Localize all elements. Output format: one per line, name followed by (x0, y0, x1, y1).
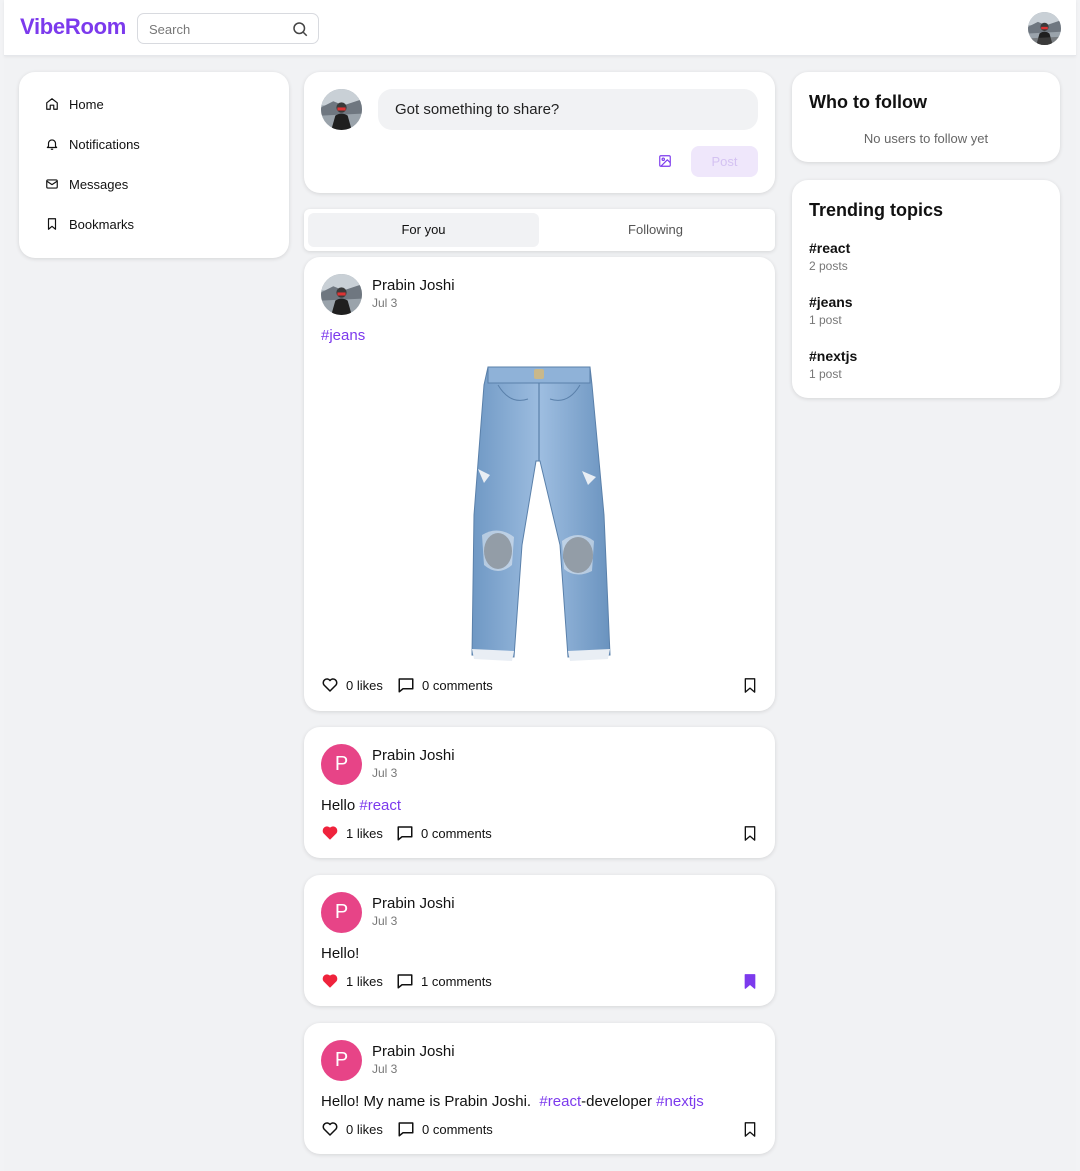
trending-topic[interactable]: #jeans (809, 294, 853, 310)
hashtag-link[interactable]: #react (359, 797, 401, 814)
bookmark-filled-icon[interactable] (742, 973, 758, 990)
app-frame: VibeRoom Search Home Notifications Messa… (4, 0, 1076, 1171)
post-actions: 1 likes 0 comments (321, 824, 758, 844)
bookmark-icon (47, 218, 57, 230)
sidebar-item-label: Notifications (69, 136, 140, 152)
topic-post-count: 2 posts (809, 259, 848, 273)
like-button[interactable]: 1 likes (321, 824, 383, 842)
sidebar-item-label: Bookmarks (69, 216, 135, 232)
sidebar-item-notifications[interactable]: Notifications (45, 133, 140, 155)
feed-tabs: For you Following (304, 209, 775, 251)
who-to-follow-title: Who to follow (809, 92, 927, 112)
heart-icon (322, 1122, 338, 1136)
post-actions: 1 likes 1 comments (321, 972, 758, 992)
post-card: P Prabin Joshi Jul 3 Hello! My name is P… (304, 1023, 775, 1154)
comment-button[interactable]: 0 comments (396, 824, 492, 842)
sidebar-item-bookmarks[interactable]: Bookmarks (45, 213, 134, 235)
post-date: Jul 3 (372, 1062, 398, 1076)
trending-topic[interactable]: #nextjs (809, 348, 857, 364)
search-icon[interactable] (291, 20, 309, 38)
sidebar-nav: Home Notifications Messages Bookmarks (19, 72, 289, 258)
sidebar-item-home[interactable]: Home (45, 93, 104, 115)
post-text: Hello! My name is Prabin Joshi. #react-d… (321, 1093, 704, 1110)
post-text-body: Hello (321, 797, 360, 814)
post-actions: 0 likes 0 comments (321, 676, 758, 696)
tab-for-you[interactable]: For you (308, 213, 539, 247)
like-button[interactable]: 0 likes (321, 1120, 383, 1138)
composer-avatar (321, 89, 362, 130)
post-card: P Prabin Joshi Jul 3 Hello! 1 likes 1 co… (304, 875, 775, 1006)
topic-post-count: 1 post (809, 367, 842, 381)
post-date: Jul 3 (372, 914, 398, 928)
comments-count: 1 comments (421, 973, 492, 989)
post-date: Jul 3 (372, 766, 398, 780)
post-text: Hello! (321, 945, 360, 962)
comments-count: 0 comments (422, 677, 493, 693)
search-input[interactable]: Search (137, 13, 319, 44)
comment-icon (397, 974, 413, 989)
like-button[interactable]: 1 likes (321, 972, 383, 990)
comment-button[interactable]: 0 comments (397, 1120, 493, 1138)
author-avatar[interactable] (321, 274, 362, 315)
bookmark-icon[interactable] (742, 1121, 758, 1138)
sidebar-item-label: Home (69, 96, 104, 112)
author-name[interactable]: Prabin Joshi (372, 277, 455, 294)
post-text: #jeans (321, 327, 365, 344)
tab-following[interactable]: Following (540, 213, 771, 247)
author-name[interactable]: Prabin Joshi (372, 747, 455, 764)
hashtag-link[interactable]: #jeans (321, 327, 365, 344)
post-actions: 0 likes 0 comments (321, 1120, 758, 1140)
author-name[interactable]: Prabin Joshi (372, 1043, 455, 1060)
composer-input[interactable]: Got something to share? (378, 89, 758, 130)
like-button[interactable]: 0 likes (321, 676, 383, 694)
likes-count: 1 likes (346, 825, 383, 841)
trending-title: Trending topics (809, 200, 944, 220)
search-placeholder: Search (149, 22, 191, 37)
trending-panel: Trending topics #react 2 posts #jeans 1 … (792, 180, 1060, 398)
comment-button[interactable]: 0 comments (397, 676, 493, 694)
comments-count: 0 comments (421, 825, 492, 841)
post-card: P Prabin Joshi Jul 3 Hello #react 1 like… (304, 727, 775, 858)
bookmark-icon[interactable] (742, 825, 758, 842)
heart-filled-icon (322, 974, 338, 988)
sidebar-item-label: Messages (69, 176, 129, 192)
likes-count: 0 likes (346, 1121, 383, 1137)
hashtag-link[interactable]: #nextjs (656, 1093, 704, 1110)
comment-button[interactable]: 1 comments (396, 972, 492, 990)
post-card: Prabin Joshi Jul 3 #jeans 0 likes 0 comm… (304, 257, 775, 711)
post-date: Jul 3 (372, 296, 398, 310)
author-name[interactable]: Prabin Joshi (372, 895, 455, 912)
post-text-body: -developer (581, 1093, 657, 1110)
author-avatar[interactable]: P (321, 892, 362, 933)
hashtag-link[interactable]: #react (539, 1093, 581, 1110)
empty-state-text: No users to follow yet (863, 131, 989, 146)
likes-count: 1 likes (346, 973, 383, 989)
trending-topic[interactable]: #react (809, 240, 850, 256)
topic-post-count: 1 post (809, 313, 842, 327)
author-avatar[interactable]: P (321, 744, 362, 785)
home-icon (46, 98, 58, 110)
likes-count: 0 likes (346, 677, 383, 693)
heart-icon (322, 678, 338, 692)
sidebar-item-messages[interactable]: Messages (45, 173, 128, 195)
comment-icon (397, 826, 413, 841)
post-text-body: Hello! My name is Prabin Joshi. (321, 1093, 540, 1110)
user-avatar[interactable] (1028, 12, 1061, 45)
post-composer: Got something to share? Post (304, 72, 775, 193)
post-image[interactable] (464, 365, 614, 661)
bell-icon (46, 139, 58, 150)
heart-filled-icon (322, 826, 338, 840)
who-to-follow-panel: Who to follow No users to follow yet (792, 72, 1060, 162)
post-text: Hello #react (321, 797, 401, 814)
image-upload-icon[interactable] (658, 154, 672, 168)
author-avatar[interactable]: P (321, 1040, 362, 1081)
comments-count: 0 comments (422, 1121, 493, 1137)
comment-icon (398, 678, 414, 693)
bookmark-icon[interactable] (742, 677, 758, 694)
app-logo[interactable]: VibeRoom (20, 14, 126, 40)
mail-icon (46, 179, 58, 189)
comment-icon (398, 1122, 414, 1137)
post-button[interactable]: Post (691, 146, 758, 177)
top-header: VibeRoom Search (4, 0, 1076, 56)
